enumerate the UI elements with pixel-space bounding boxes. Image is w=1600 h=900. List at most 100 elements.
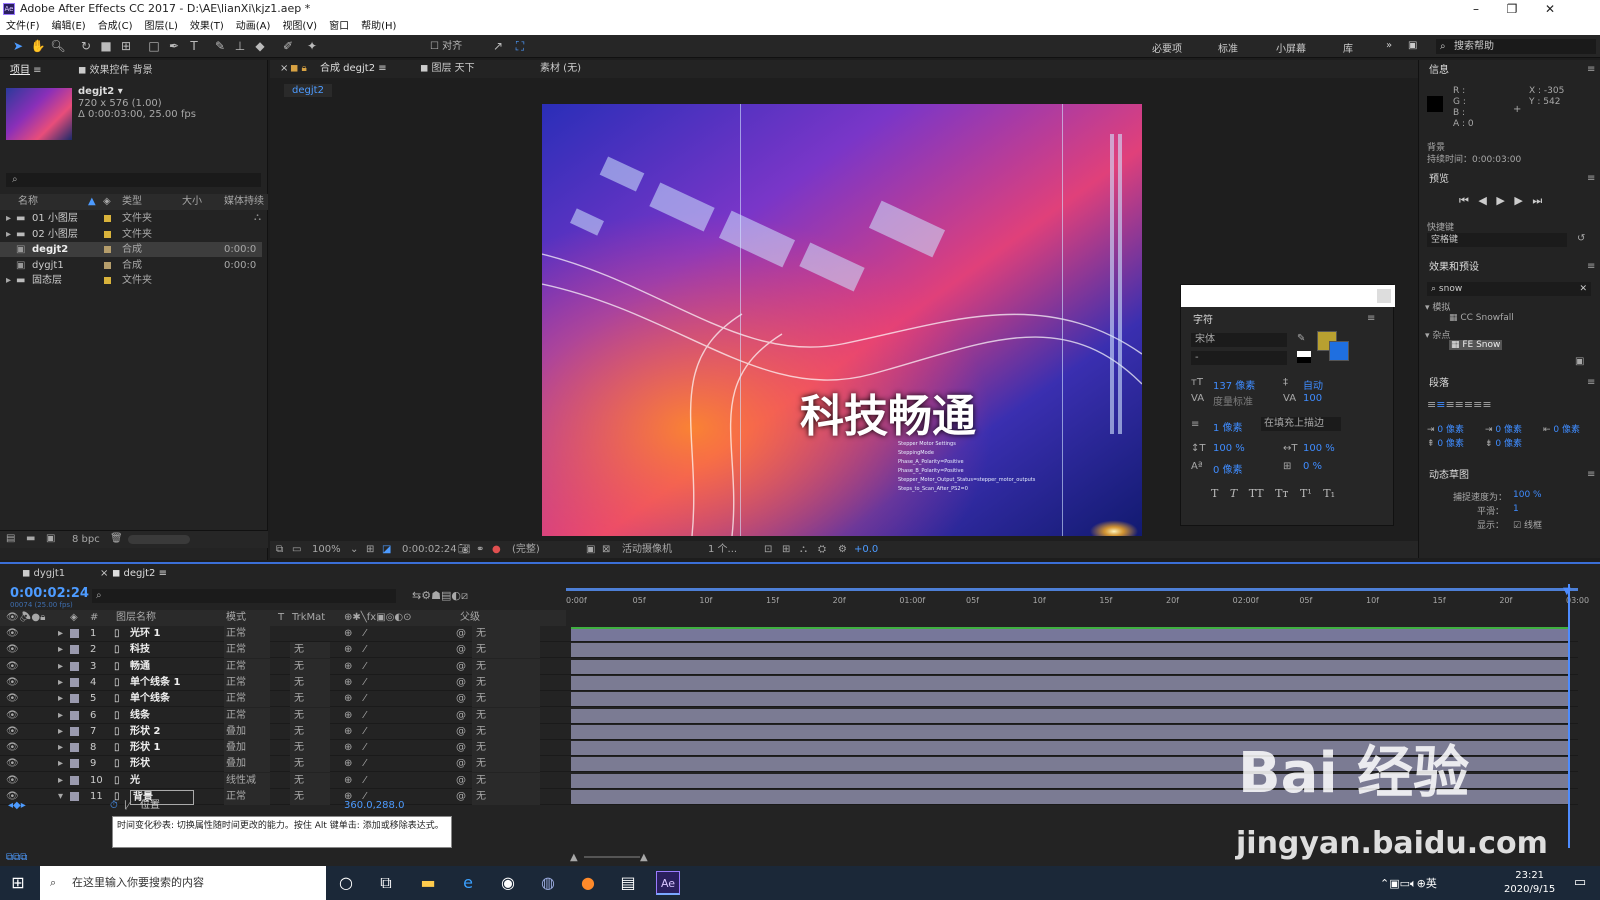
workspace-essentials[interactable]: 必要项: [1152, 40, 1182, 55]
faux-italic-button[interactable]: T: [1230, 487, 1237, 500]
pickwhip-icon[interactable]: @: [456, 773, 466, 789]
maximize-button[interactable]: ❐: [1494, 0, 1530, 18]
preview-toggle-icon[interactable]: ⧉: [276, 541, 283, 558]
thumbnail-slider[interactable]: [128, 535, 190, 544]
font-family-select[interactable]: 宋体: [1191, 333, 1287, 347]
av-features-icon[interactable]: 👁︎🔈︎●🔒︎: [6, 610, 45, 626]
current-time-display[interactable]: 0:00:02:24: [402, 541, 457, 558]
lock-icon[interactable]: ◼ 🔒︎: [290, 61, 307, 77]
layer-mode-select[interactable]: 正常: [224, 642, 270, 659]
rotate-tool-icon[interactable]: ↻: [78, 39, 94, 54]
expand-arrow-icon[interactable]: ▸: [58, 626, 63, 642]
workspace-libraries[interactable]: 库: [1343, 40, 1353, 55]
brush-tool-icon[interactable]: ✎: [212, 39, 228, 54]
trkmat-select[interactable]: 无: [290, 658, 330, 675]
quality-switch-icon[interactable]: ⁄: [364, 642, 366, 658]
graph-editor-icon[interactable]: ⧄: [461, 589, 468, 602]
expand-arrow-icon[interactable]: ▸: [58, 740, 63, 756]
battery-icon[interactable]: ▭: [1400, 877, 1410, 890]
reset-exposure-icon[interactable]: ⚙: [838, 541, 847, 558]
expand-arrow-icon[interactable]: ▸: [58, 659, 63, 675]
tab-composition[interactable]: 合成 degjt2 ≡: [320, 61, 387, 77]
tab-layer[interactable]: ◼ 图层 天下: [420, 61, 475, 77]
label-color-swatch[interactable]: [70, 775, 79, 785]
trkmat-select[interactable]: 无: [290, 642, 330, 659]
clear-search-icon[interactable]: ✕: [1579, 282, 1587, 296]
layer-duration-bar[interactable]: [571, 675, 1568, 690]
quality-switch-icon[interactable]: ⁄: [364, 691, 366, 707]
layer-duration-bar[interactable]: [571, 659, 1568, 674]
comp-flowchart-icon[interactable]: ⇆: [412, 589, 421, 602]
app-icon[interactable]: ◍: [536, 871, 560, 895]
shy-switch-icon[interactable]: ⊕: [344, 659, 352, 675]
shy-switch-icon[interactable]: ⊕: [344, 626, 352, 642]
close-button[interactable]: ✕: [1532, 0, 1568, 18]
exposure-value[interactable]: +0.0: [854, 541, 878, 558]
column-number[interactable]: #: [90, 610, 98, 626]
parent-select[interactable]: 无: [472, 626, 540, 642]
puppet-pin-tool-icon[interactable]: ✦: [304, 39, 320, 54]
notifications-icon[interactable]: ▭: [1568, 871, 1592, 895]
ime-indicator[interactable]: 英: [1426, 877, 1437, 890]
label-color-swatch[interactable]: [70, 743, 79, 753]
snap-toggle[interactable]: ☐ 对齐: [430, 39, 462, 54]
project-item[interactable]: ▸ ▬ 02 小图层 文件夹: [0, 227, 262, 242]
visibility-eye-icon[interactable]: 👁︎: [6, 691, 19, 707]
shy-icon[interactable]: ☗: [431, 589, 441, 602]
project-search-input[interactable]: ⌕: [6, 173, 261, 187]
tab-footage[interactable]: 素材 (无): [540, 61, 581, 77]
label-color-swatch[interactable]: [70, 629, 79, 638]
resolution-select[interactable]: (完整): [512, 541, 540, 558]
windows-start-icon[interactable]: ⊞: [6, 871, 30, 895]
tab-dygjt1[interactable]: ◼ dygjt1: [22, 566, 65, 582]
expand-arrow-icon[interactable]: ▸: [58, 773, 63, 789]
timeline-layer-row[interactable]: 👁︎ ▸ 5 ▯ 单个线条 正常 无 ⊕ ⁄ @ 无: [0, 691, 1578, 708]
horizontal-scale-value[interactable]: 100 %: [1303, 443, 1335, 454]
timeline-layer-row[interactable]: 👁︎ ▸ 6 ▯ 线条 正常 无 ⊕ ⁄ @ 无: [0, 707, 1578, 724]
layer-name[interactable]: 科技: [130, 642, 150, 658]
expand-arrow-icon[interactable]: ▸: [6, 211, 11, 226]
snap-edges-icon[interactable]: ⛶: [512, 39, 528, 54]
pickwhip-icon[interactable]: @: [456, 659, 466, 675]
trkmat-select[interactable]: 无: [290, 691, 330, 708]
stroke-color-swatch[interactable]: [1329, 341, 1349, 361]
task-view-icon[interactable]: ⧉: [374, 871, 398, 895]
layer-name[interactable]: 形状 1: [130, 740, 160, 756]
views-select[interactable]: 1 个...: [708, 541, 737, 558]
volume-icon[interactable]: 🔈︎: [1410, 877, 1417, 890]
column-mode[interactable]: 模式: [226, 610, 246, 626]
parent-select[interactable]: 无: [472, 756, 540, 773]
switches-header-icon[interactable]: ⊕✱╲fx▣◎◐⊙: [344, 610, 412, 626]
label-color-swatch[interactable]: [70, 677, 79, 687]
trkmat-select[interactable]: 无: [290, 674, 330, 691]
rectangle-tool-icon[interactable]: □: [146, 39, 162, 54]
show-snapshot-icon[interactable]: ⚭: [476, 541, 484, 558]
menu-effect[interactable]: 效果(T): [184, 18, 230, 35]
trkmat-select[interactable]: 无: [290, 772, 330, 789]
vertical-scale-value[interactable]: 100 %: [1213, 443, 1245, 454]
pickwhip-icon[interactable]: @: [456, 642, 466, 658]
work-area-bar[interactable]: [566, 588, 1578, 591]
pickwhip-icon[interactable]: @: [456, 626, 466, 642]
quality-switch-icon[interactable]: ⁄: [364, 756, 366, 772]
wireframe-checkbox[interactable]: ☑ 线框: [1513, 518, 1542, 531]
shy-switch-icon[interactable]: ⊕: [344, 773, 352, 789]
parent-select[interactable]: 无: [472, 642, 540, 659]
smoothing-value[interactable]: 1: [1513, 504, 1519, 514]
edge-icon[interactable]: e: [456, 871, 480, 895]
space-after-field[interactable]: ⇟ 0 像素: [1485, 436, 1522, 449]
new-preset-icon[interactable]: ▣: [1575, 356, 1584, 367]
label-color-swatch[interactable]: [70, 694, 79, 704]
channel-icon[interactable]: ●: [492, 541, 501, 558]
pan-behind-tool-icon[interactable]: ⊞: [118, 39, 134, 54]
timeline-current-time[interactable]: 0:00:02:24: [10, 586, 89, 601]
taskbar-clock[interactable]: 23:21 2020/9/15: [1504, 869, 1555, 897]
layer-mode-select[interactable]: 叠加: [224, 740, 270, 757]
leading-value[interactable]: 自动: [1303, 377, 1323, 392]
close-tab-icon[interactable]: ×: [280, 61, 288, 77]
chevron-down-icon[interactable]: ⌄: [350, 541, 358, 558]
quality-switch-icon[interactable]: ⁄: [364, 708, 366, 724]
layer-duration-bar[interactable]: [571, 692, 1568, 707]
layer-name[interactable]: 线条: [130, 708, 150, 724]
justify-center-icon[interactable]: ≡: [1464, 398, 1473, 411]
